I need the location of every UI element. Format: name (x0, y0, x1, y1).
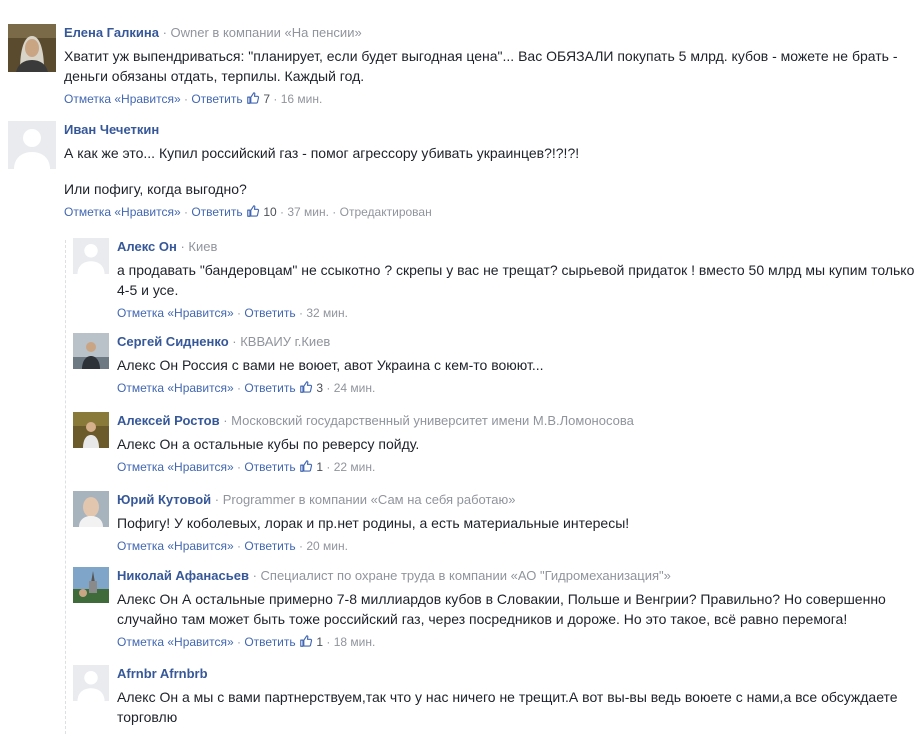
thumbs-up-icon[interactable] (246, 91, 260, 105)
thumbs-up-icon[interactable] (246, 204, 260, 218)
reply-thread-line (65, 240, 66, 734)
like-link[interactable]: Отметка «Нравится» (117, 635, 234, 649)
comment-text-line: Или пофигу, когда выгодно? (64, 181, 247, 197)
comment-text-line: 4-5 и усе. (117, 282, 179, 298)
silhouette-icon (73, 238, 109, 274)
avatar-photo-icon (8, 24, 56, 72)
like-link[interactable]: Отметка «Нравится» (64, 92, 181, 106)
like-count: 10 (263, 205, 277, 219)
comment-actions: Отметка «Нравится» · Ответить 3 · 24 мин… (117, 380, 376, 395)
avatar[interactable] (73, 665, 109, 701)
like-count: 1 (316, 635, 324, 649)
reply-link[interactable]: Ответить (244, 635, 295, 649)
edited-label[interactable]: Отредактирован (340, 205, 432, 219)
author-name[interactable]: Afrnbr Afrnbrb (117, 666, 208, 681)
comment-text: Алекс Он Россия с вами не воюет, авот Ук… (117, 355, 917, 375)
avatar-photo-icon (73, 491, 109, 527)
timestamp[interactable]: 22 мин. (334, 460, 376, 474)
avatar[interactable] (73, 238, 109, 274)
reply-link[interactable]: Ответить (244, 460, 295, 474)
comment-text: Пофигу! У коболевых, лорак и пр.нет роди… (117, 513, 917, 533)
author-name[interactable]: Елена Галкина (64, 25, 159, 40)
like-count: 1 (316, 460, 324, 474)
comment-actions: Отметка «Нравится» · Ответить · 32 мин. (117, 306, 348, 320)
author-subtitle: · Киев (180, 239, 218, 254)
silhouette-icon (73, 665, 109, 701)
reply-link[interactable]: Ответить (191, 92, 242, 106)
comment-text-line: А как же это... Купил российский газ - п… (64, 145, 580, 161)
silhouette-icon (8, 121, 56, 169)
thumbs-up-icon[interactable] (299, 459, 313, 473)
avatar[interactable] (73, 491, 109, 527)
timestamp[interactable]: 37 мин. (287, 205, 329, 219)
comment-text: Алекс Он а мы с вами партнерствуем,так ч… (117, 687, 917, 727)
comment-text-line: а продавать "бандеровцам" не ссыкотно ? … (117, 262, 915, 278)
author-subtitle: · Owner в компании «На пенсии» (162, 25, 362, 40)
comment-text-line: случайно там может быть тоже российский … (117, 611, 848, 627)
comment-text: А как же это... Купил российский газ - п… (64, 143, 914, 199)
avatar[interactable] (73, 333, 109, 369)
like-link[interactable]: Отметка «Нравится» (117, 381, 234, 395)
comment-text: а продавать "бандеровцам" не ссыкотно ? … (117, 260, 917, 300)
avatar[interactable] (73, 567, 109, 603)
comment-text: Хватит уж выпендриваться: "планирует, ес… (64, 46, 914, 86)
author-subtitle: · Специалист по охране труда в компании … (252, 568, 671, 583)
like-link[interactable]: Отметка «Нравится» (117, 306, 234, 320)
reply-link[interactable]: Ответить (244, 306, 295, 320)
comment-actions: Отметка «Нравится» · Ответить 1 · 18 мин… (117, 634, 376, 649)
comment-text-line: Пофигу! У коболевых, лорак и пр.нет роди… (117, 515, 630, 531)
timestamp[interactable]: 20 мин. (306, 539, 348, 553)
author-name[interactable]: Юрий Кутовой (117, 492, 211, 507)
reply-link[interactable]: Ответить (191, 205, 242, 219)
comment-text-line: деньги обязаны отдать, терпилы. Каждый г… (64, 68, 365, 84)
comment-text: Алекс Он А остальные примерно 7-8 миллиа… (117, 589, 917, 629)
thumbs-up-icon[interactable] (299, 634, 313, 648)
like-link[interactable]: Отметка «Нравится» (117, 539, 234, 553)
comment-text-line: торговлю (117, 709, 178, 725)
comment-actions: Отметка «Нравится» · Ответить · 20 мин. (117, 539, 348, 553)
author-subtitle: · Programmer в компании «Сам на себя раб… (214, 492, 516, 507)
avatar-photo-icon (73, 567, 109, 603)
timestamp[interactable]: 32 мин. (306, 306, 348, 320)
author-name[interactable]: Алекс Он (117, 239, 177, 254)
author-name[interactable]: Николай Афанасьев (117, 568, 249, 583)
author-name[interactable]: Сергей Сидненко (117, 334, 229, 349)
comment-text: Алекс Он а остальные кубы по реверсу пой… (117, 434, 917, 454)
timestamp[interactable]: 16 мин. (281, 92, 323, 106)
avatar[interactable] (8, 24, 56, 72)
avatar[interactable] (8, 121, 56, 169)
like-link[interactable]: Отметка «Нравится» (64, 205, 181, 219)
like-count: 7 (263, 92, 271, 106)
reply-link[interactable]: Ответить (244, 539, 295, 553)
like-count: 3 (316, 381, 324, 395)
timestamp[interactable]: 18 мин. (334, 635, 376, 649)
avatar[interactable] (73, 412, 109, 448)
avatar-photo-icon (73, 412, 109, 448)
like-link[interactable]: Отметка «Нравится» (117, 460, 234, 474)
comment-text-line: Хватит уж выпендриваться: "планирует, ес… (64, 48, 898, 64)
avatar-photo-icon (73, 333, 109, 369)
comment-text-line: Алекс Он Россия с вами не воюет, авот Ук… (117, 357, 544, 373)
reply-link[interactable]: Ответить (244, 381, 295, 395)
comment-text-line: Алекс Он а остальные кубы по реверсу пой… (117, 436, 420, 452)
timestamp[interactable]: 24 мин. (334, 381, 376, 395)
comment-actions: Отметка «Нравится» · Ответить 7 · 16 мин… (64, 91, 323, 106)
comment-text-line: Алекс Он А остальные примерно 7-8 миллиа… (117, 591, 886, 607)
thumbs-up-icon[interactable] (299, 380, 313, 394)
author-subtitle: · Московский государственный университет… (223, 413, 634, 428)
comment-actions: Отметка «Нравится» · Ответить 1 · 22 мин… (117, 459, 376, 474)
comment-actions: Отметка «Нравится» · Ответить 10 · 37 ми… (64, 204, 432, 219)
author-name[interactable]: Иван Чечеткин (64, 122, 159, 137)
comment-text-line: Алекс Он а мы с вами партнерствуем,так ч… (117, 689, 898, 705)
author-subtitle: · КВВАИУ г.Киев (232, 334, 331, 349)
author-name[interactable]: Алексей Ростов (117, 413, 220, 428)
